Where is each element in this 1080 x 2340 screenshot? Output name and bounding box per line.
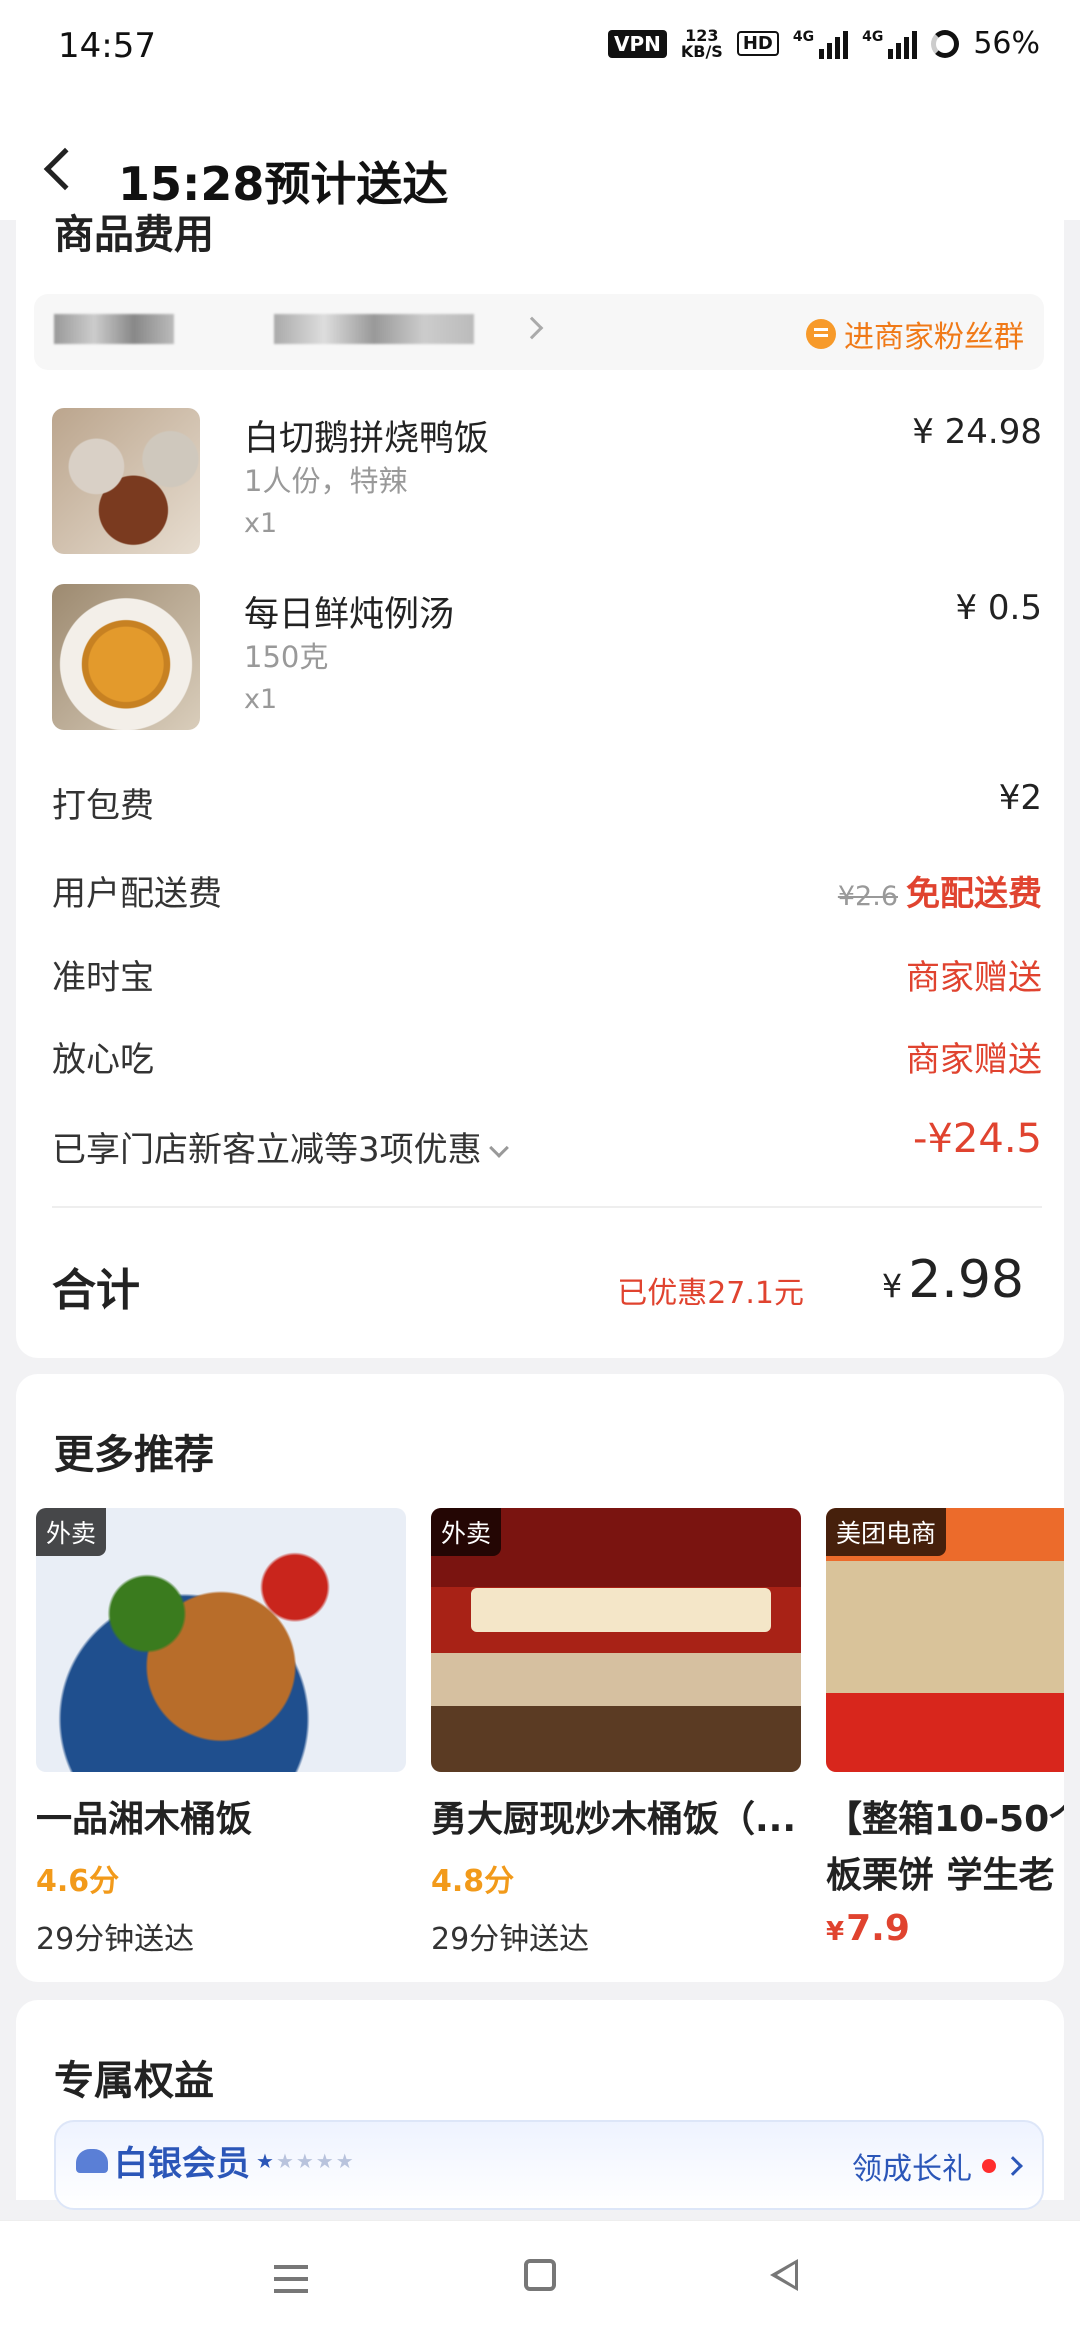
recommend-name: 勇大厨现炒木桶饭（... [431, 1799, 797, 1840]
recommend-eta: 29分钟送达 [36, 1922, 195, 1957]
chat-icon [806, 319, 836, 349]
original-fee: ¥2.6 [837, 881, 898, 912]
item-spec: 1人份，特辣 [244, 464, 408, 498]
shop-info-blurred [274, 314, 474, 344]
discounts-label: 已享门店新客立减等3项优惠 [52, 1122, 509, 1171]
fee-label: 放心吃 [52, 1040, 154, 1080]
recommend-image: 外卖 [431, 1508, 801, 1772]
vpn-icon: VPN [607, 29, 667, 58]
system-nav-bar [0, 2220, 1080, 2340]
order-fees-card: 商品费用 进商家粉丝群 白切鹅拼烧鸭饭 1人份，特辣 x1 ¥ 24.98 每日… [16, 210, 1064, 1358]
item-qty: x1 [244, 684, 278, 715]
item-spec: 150克 [244, 640, 329, 674]
fee-value: ¥2.6 免配送费 [837, 874, 1042, 914]
item-price: ¥ 0.5 [955, 588, 1042, 628]
recommend-item[interactable]: 外卖 一品湘木桶饭 4.6分 29分钟送达 [36, 1508, 406, 1958]
battery-icon [931, 29, 960, 58]
discounts-row[interactable]: 已享门店新客立减等3项优惠 -¥24.5 [52, 1114, 1052, 1174]
item-image [52, 584, 200, 730]
recommend-image: 外卖 [36, 1508, 406, 1772]
total-label: 合计 [52, 1265, 140, 1316]
notification-dot [982, 2159, 996, 2173]
shop-bar[interactable]: 进商家粉丝群 [34, 294, 1044, 370]
chevron-down-icon [488, 1138, 509, 1158]
divider [52, 1206, 1042, 1208]
recommend-item[interactable]: 美团电商 【整箱10-50个 板栗饼 学生老 ¥7.9 [826, 1508, 1064, 1949]
member-hat-icon [76, 2148, 108, 2173]
delivery-fee-row: 用户配送费 ¥2.6 免配送费 [52, 858, 1052, 918]
item-name: 每日鲜炖例汤 [244, 595, 455, 635]
fan-group-link[interactable]: 进商家粉丝群 [806, 312, 1024, 356]
recommend-image: 美团电商 [826, 1508, 1064, 1772]
on-time-guarantee-row: 准时宝 商家赠送 [52, 942, 1052, 1002]
order-item[interactable]: 白切鹅拼烧鸭饭 1人份，特辣 x1 ¥ 24.98 [52, 408, 1052, 558]
item-name: 白切鹅拼烧鸭饭 [244, 419, 490, 459]
member-stars: ★★★★★ [256, 2148, 356, 2173]
item-qty: x1 [244, 508, 278, 539]
food-safety-row: 放心吃 商家赠送 [52, 1024, 1052, 1084]
recommend-tag: 外卖 [36, 1508, 107, 1556]
hd-icon: HD [736, 31, 779, 56]
item-price: ¥ 24.98 [912, 412, 1042, 452]
status-time: 14:57 [58, 26, 156, 66]
fee-value: 商家赠送 [906, 1040, 1042, 1080]
network-speed: 123 KB/S [680, 25, 723, 61]
recommend-title: 更多推荐 [54, 1432, 214, 1478]
home-icon[interactable] [524, 2259, 556, 2291]
fee-value: 商家赠送 [906, 958, 1042, 998]
fee-value: ¥2 [998, 778, 1042, 818]
back-triangle-icon[interactable] [770, 2259, 798, 2291]
fee-label: 打包费 [52, 786, 154, 826]
benefits-card: 专属权益 白银会员 ★★★★★ 领成长礼 [16, 2000, 1064, 2210]
total-amount: ¥2.98 [881, 1250, 1024, 1310]
recommend-tag: 美团电商 [826, 1508, 947, 1556]
growth-gift-link[interactable]: 领成长礼 [852, 2144, 1023, 2188]
recommend-name: 一品湘木桶饭 [36, 1799, 253, 1840]
fee-label: 准时宝 [52, 958, 154, 998]
chevron-right-icon [1003, 2156, 1023, 2176]
signal-icon-2: 4G [862, 29, 918, 59]
recommend-scroller[interactable]: 更多推荐 外卖 一品湘木桶饭 4.6分 29分钟送达 外卖 勇大厨现炒木桶饭（.… [16, 1374, 1064, 1982]
recommend-score: 4.8分 [431, 1864, 515, 1899]
recommend-price: ¥7.9 [826, 1908, 910, 1949]
status-icons: VPN 123 KB/S HD 4G 4G 56% [607, 25, 1040, 61]
member-level: 白银会员 ★★★★★ [76, 2136, 356, 2185]
saved-amount: 已优惠27.1元 [617, 1276, 804, 1311]
item-image [52, 408, 200, 554]
order-item[interactable]: 每日鲜炖例汤 150克 x1 ¥ 0.5 [52, 584, 1052, 734]
recommend-item[interactable]: 外卖 勇大厨现炒木桶饭（... 4.8分 29分钟送达 [431, 1508, 801, 1958]
recommend-name: 【整箱10-50个 [826, 1799, 1064, 1840]
shop-name-blurred [54, 314, 174, 344]
back-arrow-icon[interactable] [43, 147, 87, 191]
fan-group-label: 进商家粉丝群 [844, 320, 1024, 355]
recommend-card: 更多推荐 外卖 一品湘木桶饭 4.6分 29分钟送达 外卖 勇大厨现炒木桶饭（.… [16, 1374, 1064, 1982]
fee-label: 用户配送费 [52, 874, 222, 914]
recent-apps-icon[interactable] [274, 2265, 308, 2269]
battery-level: 56% [973, 26, 1040, 61]
benefits-title: 专属权益 [54, 2058, 214, 2104]
recommend-score: 4.6分 [36, 1864, 120, 1899]
membership-banner[interactable]: 白银会员 ★★★★★ 领成长礼 [54, 2120, 1044, 2210]
recommend-tag: 外卖 [431, 1508, 502, 1556]
discount-value: -¥24.5 [913, 1116, 1042, 1162]
chevron-right-icon [520, 316, 544, 340]
fees-section-title: 商品费用 [54, 212, 214, 258]
recommend-name-line2: 板栗饼 学生老 [826, 1855, 1055, 1896]
status-bar: 14:57 VPN 123 KB/S HD 4G 4G 56% [0, 0, 1080, 96]
signal-icon-1: 4G [793, 29, 849, 59]
packing-fee-row: 打包费 ¥2 [52, 770, 1052, 830]
recommend-eta: 29分钟送达 [431, 1922, 590, 1957]
